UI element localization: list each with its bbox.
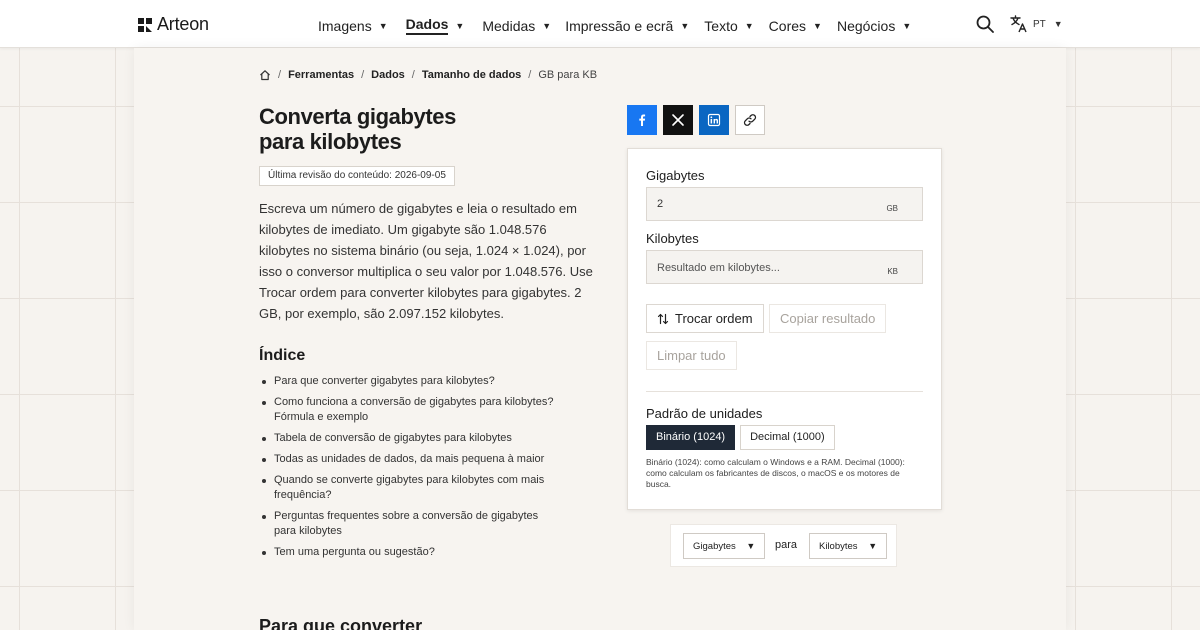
language-selector[interactable]: PT ▼	[1010, 15, 1063, 33]
unit-standard-toggle: Binário (1024) Decimal (1000)	[646, 425, 840, 450]
breadcrumb-separator: /	[361, 69, 365, 81]
copy-result-button[interactable]: Copiar resultado	[769, 304, 887, 333]
table-of-contents: Para que converter gigabytes para kiloby…	[259, 374, 559, 566]
nav-item-medidas[interactable]: Medidas ▼	[482, 16, 551, 35]
nav-item-dados[interactable]: Dados ▼	[405, 16, 465, 35]
linkedin-icon	[707, 113, 721, 127]
intro-paragraph: Escreva um número de gigabytes e leia o …	[259, 201, 593, 321]
caret-down-icon: ▼	[868, 541, 878, 551]
binary-standard-button[interactable]: Binário (1024)	[646, 425, 736, 450]
toc-link[interactable]: Todas as unidades de dados, da mais pequ…	[259, 452, 559, 467]
picker-joiner: para	[775, 539, 798, 551]
from-unit-value: Gigabytes	[693, 541, 736, 552]
breadcrumb-tamanho-de-dados[interactable]: Tamanho de dados	[422, 69, 521, 81]
toc-heading: Índice	[259, 347, 306, 364]
kilobytes-output[interactable]: Resultado em kilobytes... KB	[646, 250, 923, 284]
swap-icon	[657, 313, 669, 324]
x-icon	[672, 114, 684, 126]
gigabytes-label: Gigabytes	[646, 168, 705, 183]
unit-picker-bar: Gigabytes ▼ para Kilobytes ▼	[670, 524, 897, 567]
converter-card: Gigabytes 2 GB Kilobytes Resultado em ki…	[627, 148, 942, 510]
caret-down-icon: ▼	[902, 20, 912, 31]
nav-label: Dados	[405, 16, 449, 35]
share-buttons	[627, 105, 771, 135]
facebook-icon	[639, 114, 646, 126]
kilobytes-placeholder: Resultado em kilobytes...	[657, 262, 780, 274]
caret-down-icon: ▼	[378, 20, 388, 31]
nav-item-imagens[interactable]: Imagens ▼	[318, 16, 388, 35]
caret-down-icon: ▼	[455, 20, 465, 31]
kilobytes-label: Kilobytes	[646, 231, 699, 246]
nav-item-texto[interactable]: Texto ▼	[704, 16, 753, 35]
caret-down-icon: ▼	[542, 20, 552, 31]
caret-down-icon: ▼	[680, 20, 690, 31]
toc-link[interactable]: Tem uma pergunta ou sugestão?	[259, 545, 559, 560]
breadcrumb-current: GB para KB	[538, 69, 598, 81]
nav-item-impressao-e-ecra[interactable]: Impressão e ecrã ▼	[565, 16, 689, 35]
nav-label: Cores	[768, 17, 807, 34]
nav-label: Imagens	[318, 17, 372, 34]
breadcrumb-separator: /	[278, 69, 282, 81]
share-linkedin-button[interactable]	[699, 105, 729, 135]
share-x-button[interactable]	[663, 105, 693, 135]
nav-label: Negócios	[836, 17, 896, 34]
unit-standard-label: Padrão de unidades	[646, 406, 763, 421]
caret-down-icon: ▼	[746, 541, 756, 551]
swap-order-button[interactable]: Trocar ordem	[646, 304, 764, 333]
nav-label: Medidas	[482, 17, 536, 34]
nav-item-negocios[interactable]: Negócios ▼	[837, 16, 911, 35]
gigabytes-value: 2	[657, 198, 664, 210]
search-icon[interactable]	[976, 15, 994, 33]
toc-link[interactable]: Quando se converte gigabytes para kiloby…	[259, 473, 559, 503]
toc-link[interactable]: Para que converter gigabytes para kiloby…	[259, 374, 559, 389]
gigabytes-input[interactable]: 2 GB	[646, 187, 923, 221]
logo[interactable]: Arteon	[137, 14, 209, 35]
decimal-standard-button[interactable]: Decimal (1000)	[740, 425, 835, 450]
logo-text: Arteon	[157, 14, 209, 34]
nav-label: Impressão e ecrã	[565, 17, 674, 34]
caret-down-icon: ▼	[813, 20, 822, 31]
caret-down-icon: ▼	[1053, 19, 1063, 29]
link-icon	[743, 114, 757, 126]
swap-order-label: Trocar ordem	[675, 311, 753, 326]
toc-link[interactable]: Como funciona a conversão de gigabytes p…	[259, 395, 559, 425]
home-icon[interactable]	[259, 69, 271, 81]
kilobytes-unit: KB	[887, 267, 898, 276]
from-unit-select[interactable]: Gigabytes ▼	[683, 533, 766, 559]
breadcrumb: / Ferramentas / Dados / Tamanho de dados…	[259, 69, 597, 81]
toc-link[interactable]: Perguntas frequentes sobre a conversão d…	[259, 509, 559, 539]
language-code: PT	[1033, 18, 1046, 30]
breadcrumb-separator: /	[528, 69, 532, 81]
arteon-logo-icon	[138, 17, 152, 32]
to-unit-select[interactable]: Kilobytes ▼	[809, 533, 888, 559]
divider	[646, 391, 923, 392]
to-unit-value: Kilobytes	[819, 541, 858, 552]
section-heading: Para que converter	[259, 616, 423, 630]
clear-all-button[interactable]: Limpar tudo	[646, 341, 737, 370]
caret-down-icon: ▼	[744, 20, 754, 31]
toc-link[interactable]: Tabela de conversão de gigabytes para ki…	[259, 431, 559, 446]
copy-link-button[interactable]	[735, 105, 765, 135]
breadcrumb-dados[interactable]: Dados	[371, 69, 405, 81]
page-title: Converta gigabytes para kilobytes	[259, 104, 456, 154]
nav-item-cores[interactable]: Cores ▼	[769, 16, 822, 35]
nav-label: Texto	[704, 17, 738, 34]
translate-icon	[1010, 15, 1027, 33]
top-navigation-bar: Arteon Imagens ▼ Dados ▼ Medidas ▼ Impre…	[0, 0, 1200, 48]
unit-standard-note: Binário (1024): como calculam o Windows …	[646, 457, 905, 489]
gigabytes-unit: GB	[886, 204, 898, 213]
breadcrumb-separator: /	[411, 69, 415, 81]
breadcrumb-ferramentas[interactable]: Ferramentas	[288, 69, 354, 81]
revision-badge: Última revisão do conteúdo: 2026-09-05	[259, 166, 455, 186]
share-facebook-button[interactable]	[627, 105, 657, 135]
main-nav: Imagens ▼ Dados ▼ Medidas ▼ Impressão e …	[318, 16, 911, 35]
